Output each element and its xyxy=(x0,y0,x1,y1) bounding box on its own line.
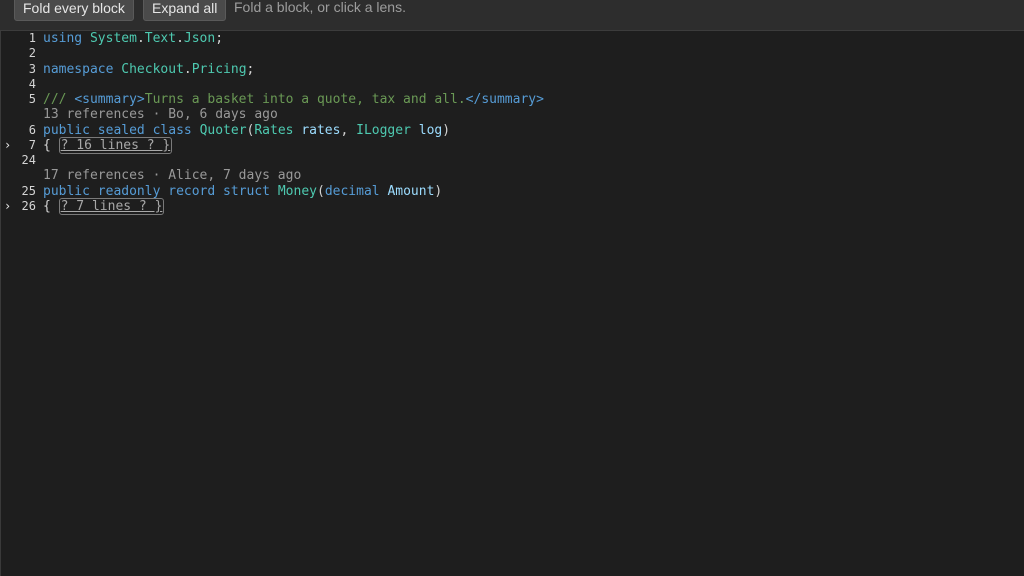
namespace-segment: Pricing xyxy=(191,61,247,77)
line-number: 3 xyxy=(28,61,36,76)
folded-region-placeholder[interactable]: ? 7 lines ? } xyxy=(58,197,165,215)
code-editor[interactable]: 1 using System.Text.Json; 2 3 namespace … xyxy=(0,31,1024,576)
punctuation: ; xyxy=(215,31,224,46)
type-name: Money xyxy=(277,183,317,199)
line-number: 24 xyxy=(21,153,36,167)
line-number: 2 xyxy=(28,46,36,61)
line-content[interactable]: { ? 16 lines ? } xyxy=(43,136,173,154)
line-content[interactable]: namespace Checkout.Pricing; xyxy=(43,62,254,77)
punctuation: ) xyxy=(442,122,451,138)
toolbar-hint: Fold a block, or click a lens. xyxy=(234,0,406,15)
author-lens[interactable]: Alice, 7 days ago xyxy=(168,168,301,183)
code-line-5: 5 /// <summary>Turns a basket into a quo… xyxy=(0,92,1024,107)
toolbar: Fold every block Expand all Fold a block… xyxy=(0,0,1024,31)
keyword: public xyxy=(43,183,90,199)
punctuation: ( xyxy=(316,183,325,199)
code-line-1: 1 using System.Text.Json; xyxy=(0,31,1024,46)
doc-comment-text: Turns a basket into a quote, tax and all… xyxy=(144,92,466,107)
references-lens[interactable]: 13 references xyxy=(43,107,145,122)
line-number: 1 xyxy=(28,31,36,45)
line-number: 7 xyxy=(28,137,36,152)
code-lens-row: 17 references · Alice, 7 days ago xyxy=(0,168,1024,183)
punctuation: . xyxy=(176,31,184,46)
line-number: 6 xyxy=(28,122,36,137)
keyword: namespace xyxy=(43,61,114,77)
doc-comment-slashes: /// xyxy=(43,92,75,107)
line-content[interactable]: { ? 7 lines ? } xyxy=(43,197,165,215)
line-number: 26 xyxy=(21,198,36,213)
line-content[interactable]: /// <summary>Turns a basket into a quote… xyxy=(43,92,544,107)
keyword: record xyxy=(168,183,216,199)
code-line-3: 3 namespace Checkout.Pricing; xyxy=(0,62,1024,77)
lens-separator: · xyxy=(144,107,169,123)
punctuation: ; xyxy=(246,61,255,77)
code-line-4: 4 xyxy=(0,77,1024,92)
xml-tag: </summary> xyxy=(465,92,544,107)
punctuation: . xyxy=(136,31,145,46)
parameter-name: Amount xyxy=(387,183,435,199)
keyword: public xyxy=(43,122,90,138)
xml-tag: <summary> xyxy=(74,92,145,107)
open-brace: { xyxy=(43,198,59,214)
code-line-7: › 7 { ? 16 lines ? } xyxy=(0,136,1024,154)
code-line-2: 2 xyxy=(0,46,1024,61)
namespace-segment: Json xyxy=(183,31,216,46)
code-lens: 17 references · Alice, 7 days ago xyxy=(43,168,301,183)
references-lens[interactable]: 17 references xyxy=(43,168,145,183)
lens-separator: · xyxy=(144,168,169,184)
punctuation: ) xyxy=(434,183,443,199)
line-number: 5 xyxy=(28,92,36,106)
keyword: class xyxy=(152,122,192,138)
keyword: readonly xyxy=(97,183,161,199)
code-lens: 13 references · Bo, 6 days ago xyxy=(43,107,278,122)
code-line-25: 25 public readonly record struct Money(d… xyxy=(0,184,1024,199)
code-lens-row: 13 references · Bo, 6 days ago xyxy=(0,107,1024,122)
parameter-type: ILogger xyxy=(356,122,411,138)
keyword: struct xyxy=(223,183,271,199)
line-number: 4 xyxy=(28,76,36,91)
keyword: sealed xyxy=(97,122,145,138)
code-line-24: 24 xyxy=(0,153,1024,168)
open-brace: { xyxy=(43,137,59,153)
parameter-name: rates xyxy=(301,122,341,138)
namespace-segment: Checkout xyxy=(121,61,184,77)
namespace-segment: System xyxy=(89,31,137,46)
line-content[interactable]: public sealed class Quoter(Rates rates, … xyxy=(43,123,450,138)
punctuation: . xyxy=(183,61,192,77)
namespace-segment: Text xyxy=(144,31,177,46)
parameter-type: Rates xyxy=(254,122,294,138)
code-line-26: › 26 { ? 7 lines ? } xyxy=(0,197,1024,215)
folded-region-placeholder[interactable]: ? 16 lines ? } xyxy=(58,136,173,154)
line-number: 25 xyxy=(21,183,36,198)
type-name: Quoter xyxy=(199,122,247,138)
expand-all-button[interactable]: Expand all xyxy=(143,0,227,21)
line-content[interactable]: using System.Text.Json; xyxy=(43,31,223,46)
line-content[interactable]: public readonly record struct Money(deci… xyxy=(43,184,442,199)
parameter-type: decimal xyxy=(324,183,380,199)
code-line-6: 6 public sealed class Quoter(Rates rates… xyxy=(0,123,1024,138)
author-lens[interactable]: Bo, 6 days ago xyxy=(168,107,278,122)
keyword: using xyxy=(43,31,83,46)
fold-every-block-button[interactable]: Fold every block xyxy=(14,0,134,21)
parameter-name: log xyxy=(418,122,443,138)
punctuation: , xyxy=(340,122,357,138)
